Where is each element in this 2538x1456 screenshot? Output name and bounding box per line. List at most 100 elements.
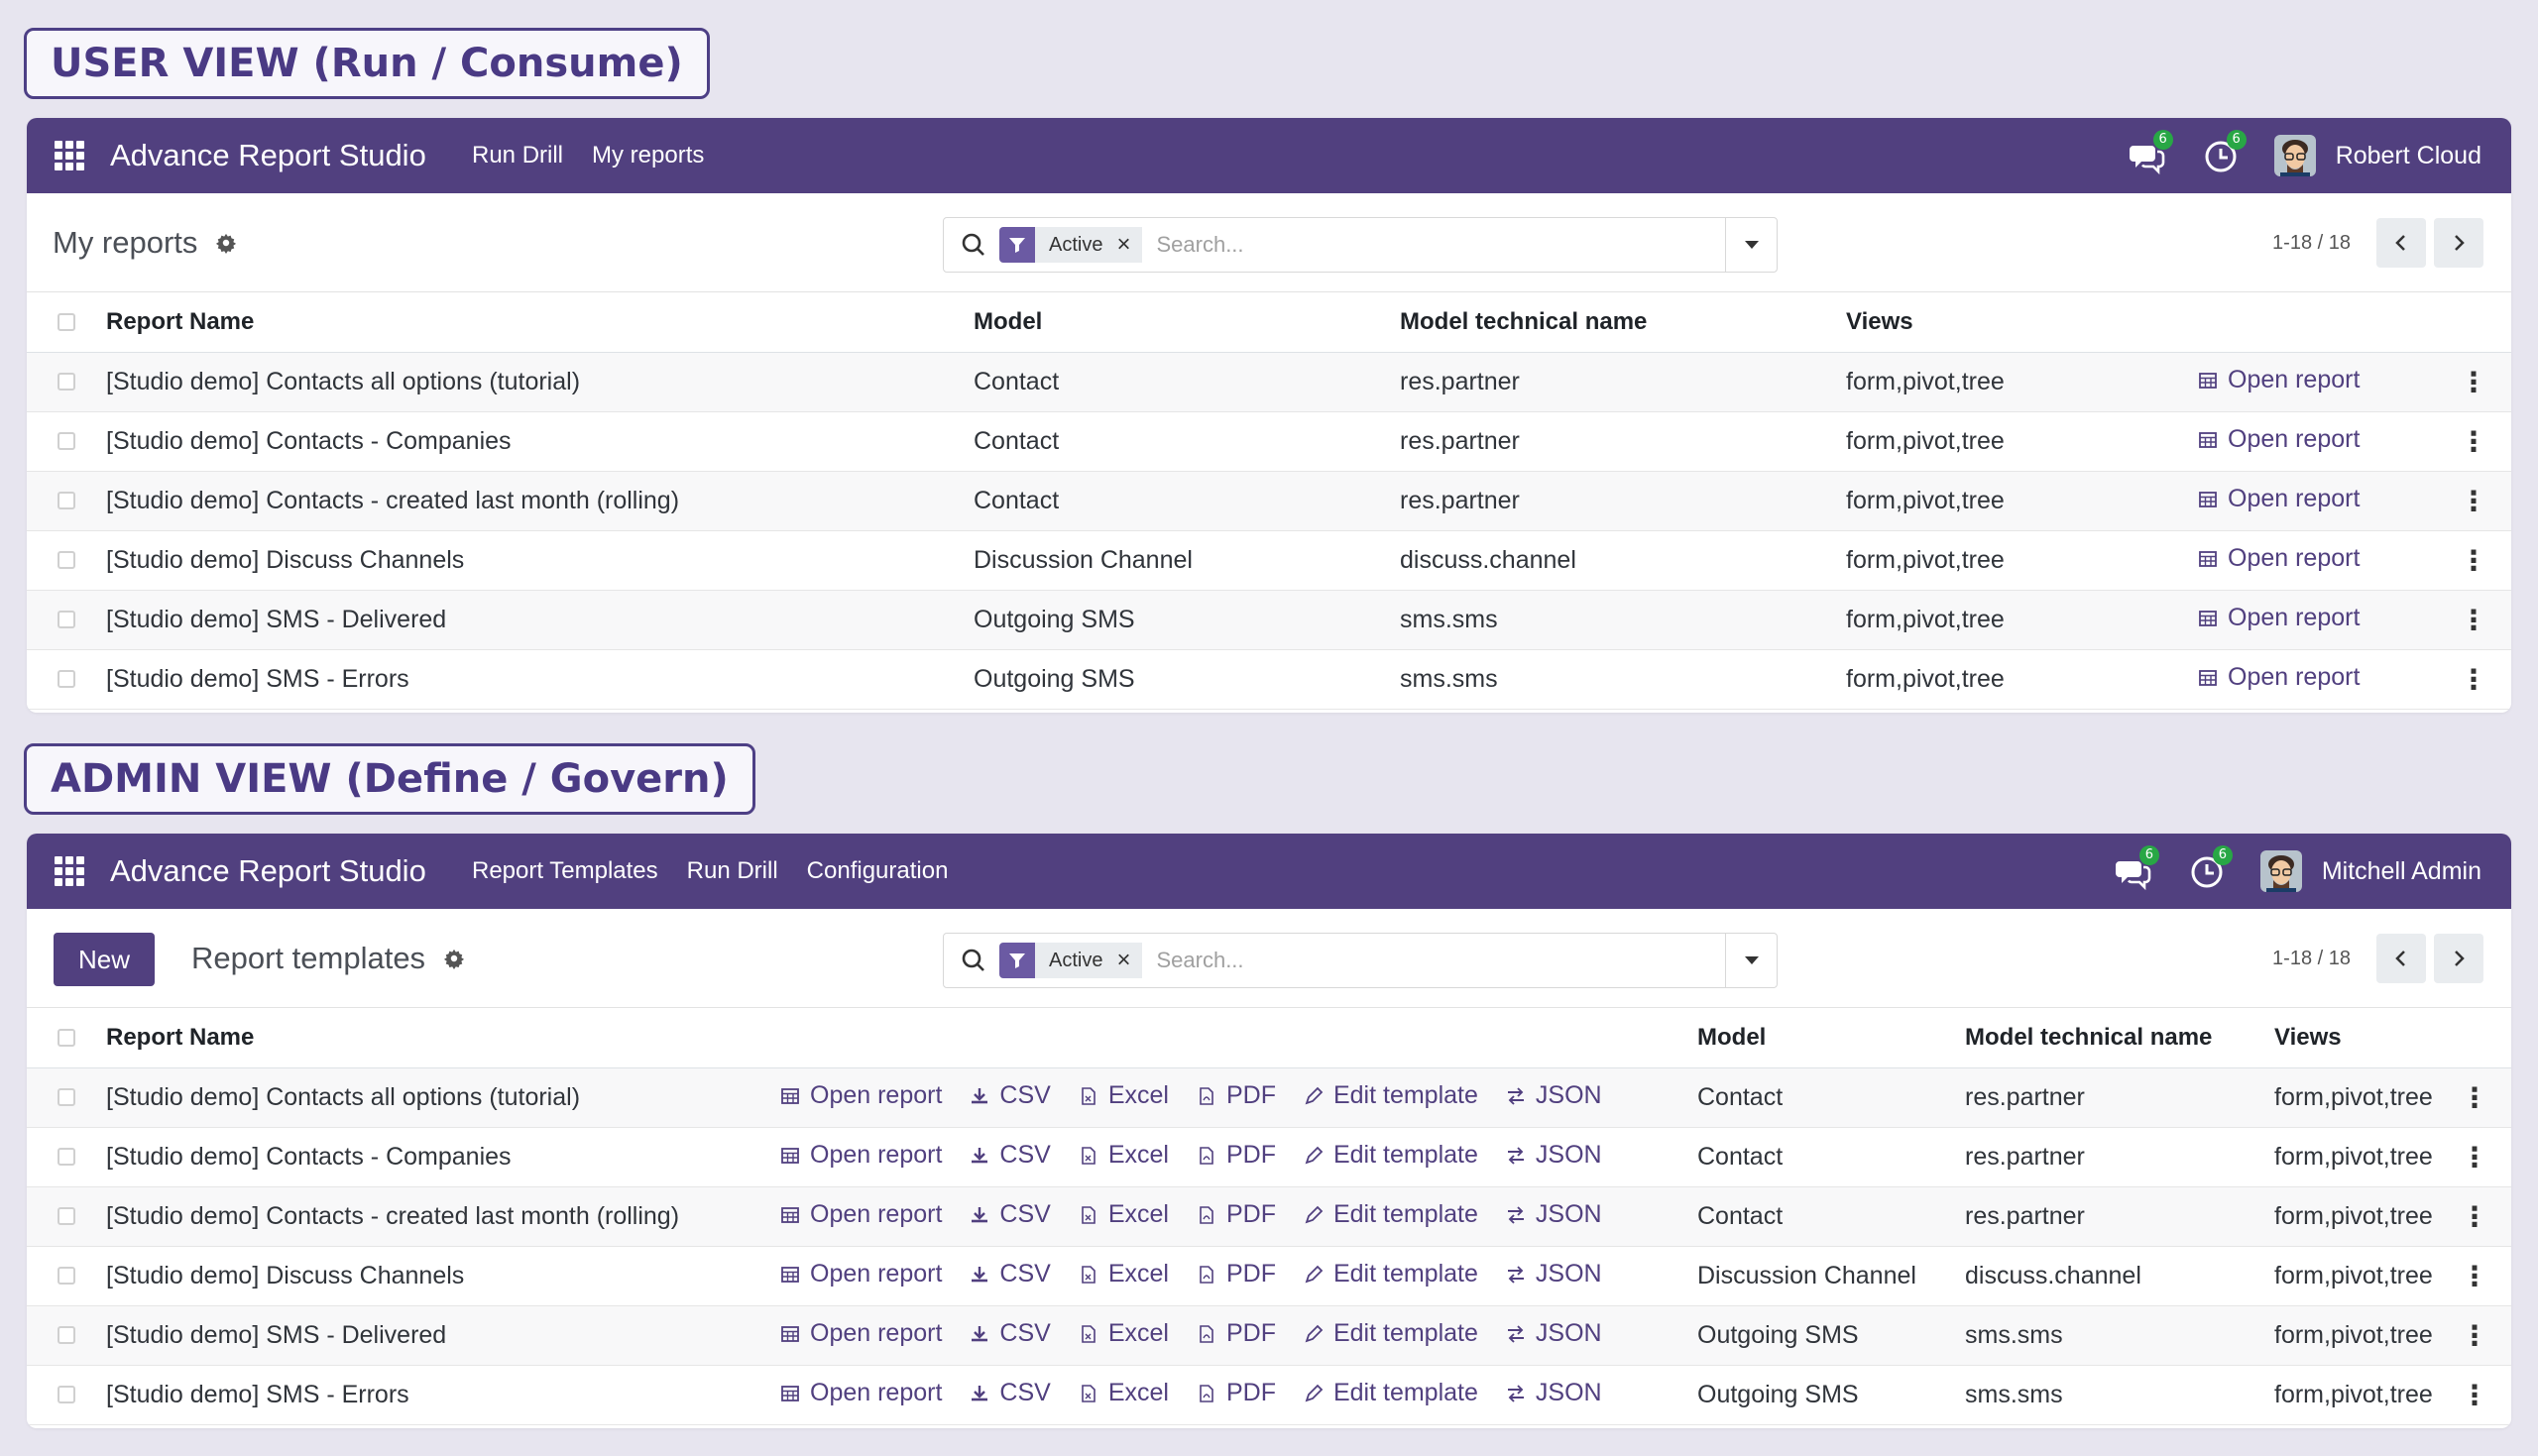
report-name-cell[interactable]: [Studio demo] SMS - Delivered: [106, 590, 974, 649]
table-row[interactable]: [Studio demo] Discuss Channels Discussion…: [27, 530, 2511, 590]
export-json-button[interactable]: JSON: [1506, 1379, 1602, 1407]
open-report-button[interactable]: Open report: [780, 1260, 942, 1288]
apps-menu-icon[interactable]: [55, 856, 84, 886]
search-input[interactable]: [1156, 232, 1692, 258]
report-name-cell[interactable]: [Studio demo] Discuss Channels: [106, 530, 974, 590]
row-checkbox[interactable]: [58, 1088, 75, 1106]
export-json-button[interactable]: JSON: [1506, 1200, 1602, 1229]
pager-previous-button[interactable]: [2376, 218, 2426, 268]
row-checkbox[interactable]: [58, 551, 75, 569]
export-pdf-button[interactable]: PDF: [1197, 1379, 1276, 1407]
select-all-checkbox[interactable]: [58, 312, 75, 331]
export-json-button[interactable]: JSON: [1506, 1141, 1602, 1170]
row-checkbox[interactable]: [58, 1267, 75, 1285]
apps-menu-icon[interactable]: [55, 141, 84, 170]
row-options-kebab-icon[interactable]: ⋮: [2438, 1186, 2511, 1246]
row-options-kebab-icon[interactable]: ⋮: [2436, 649, 2511, 709]
row-checkbox[interactable]: [58, 492, 75, 509]
row-checkbox[interactable]: [58, 1326, 75, 1344]
row-options-kebab-icon[interactable]: ⋮: [2436, 471, 2511, 530]
export-excel-button[interactable]: Excel: [1079, 1141, 1169, 1170]
export-pdf-button[interactable]: PDF: [1197, 1260, 1276, 1288]
export-json-button[interactable]: JSON: [1506, 1081, 1602, 1110]
open-report-button[interactable]: Open report: [2198, 604, 2360, 632]
report-name-cell[interactable]: [Studio demo] SMS - Errors: [106, 649, 974, 709]
export-csv-button[interactable]: CSV: [970, 1319, 1051, 1348]
activities-clock-icon[interactable]: 6: [2201, 130, 2247, 175]
export-csv-button[interactable]: CSV: [970, 1141, 1051, 1170]
open-report-button[interactable]: Open report: [780, 1141, 942, 1170]
remove-facet-close-icon[interactable]: ×: [1116, 943, 1130, 978]
open-report-button[interactable]: Open report: [2198, 544, 2360, 573]
column-header-model[interactable]: Model: [1697, 1008, 1965, 1067]
export-pdf-button[interactable]: PDF: [1197, 1081, 1276, 1110]
row-options-kebab-icon[interactable]: ⋮: [2438, 1246, 2511, 1305]
report-name-cell[interactable]: [Studio demo] Contacts all options (tuto…: [106, 1067, 780, 1127]
export-csv-button[interactable]: CSV: [970, 1081, 1051, 1110]
column-header-model-technical-name[interactable]: Model technical name: [1965, 1008, 2274, 1067]
table-row[interactable]: [Studio demo] SMS - Errors Open report CSV…: [27, 1365, 2511, 1424]
table-row[interactable]: [Studio demo] SMS - Delivered Outgoing SM…: [27, 590, 2511, 649]
report-name-cell[interactable]: [Studio demo] Contacts - created last mo…: [106, 471, 974, 530]
user-name[interactable]: Mitchell Admin: [2322, 857, 2481, 886]
pager-value[interactable]: 1-18 / 18: [2272, 948, 2351, 970]
edit-template-button[interactable]: Edit template: [1304, 1081, 1478, 1110]
open-report-button[interactable]: Open report: [2198, 485, 2360, 513]
table-row[interactable]: [Studio demo] Contacts - created last mo…: [27, 1186, 2511, 1246]
pager-next-button[interactable]: [2434, 934, 2483, 983]
row-checkbox[interactable]: [58, 1386, 75, 1403]
export-pdf-button[interactable]: PDF: [1197, 1319, 1276, 1348]
search-icon[interactable]: [960, 231, 987, 259]
export-csv-button[interactable]: CSV: [970, 1260, 1051, 1288]
avatar[interactable]: [2273, 135, 2316, 176]
search-input[interactable]: [1156, 948, 1692, 973]
open-report-button[interactable]: Open report: [780, 1379, 942, 1407]
export-excel-button[interactable]: Excel: [1079, 1260, 1169, 1288]
export-excel-button[interactable]: Excel: [1079, 1379, 1169, 1407]
table-row[interactable]: [Studio demo] Contacts all options (tuto…: [27, 352, 2511, 411]
row-options-kebab-icon[interactable]: ⋮: [2436, 352, 2511, 411]
export-pdf-button[interactable]: PDF: [1197, 1141, 1276, 1170]
open-report-button[interactable]: Open report: [780, 1200, 942, 1229]
avatar[interactable]: [2259, 850, 2302, 892]
user-name[interactable]: Robert Cloud: [2336, 142, 2481, 170]
gear-icon[interactable]: [215, 232, 237, 254]
table-row[interactable]: [Studio demo] Contacts - created last mo…: [27, 471, 2511, 530]
report-name-cell[interactable]: [Studio demo] Contacts - Companies: [106, 1127, 780, 1186]
edit-template-button[interactable]: Edit template: [1304, 1379, 1478, 1407]
row-checkbox[interactable]: [58, 432, 75, 450]
open-report-button[interactable]: Open report: [2198, 663, 2360, 692]
pager-value[interactable]: 1-18 / 18: [2272, 232, 2351, 255]
row-options-kebab-icon[interactable]: ⋮: [2438, 1127, 2511, 1186]
report-name-cell[interactable]: [Studio demo] Contacts - created last mo…: [106, 1186, 780, 1246]
export-json-button[interactable]: JSON: [1506, 1319, 1602, 1348]
column-header-report-name[interactable]: Report Name: [106, 1008, 780, 1067]
export-csv-button[interactable]: CSV: [970, 1379, 1051, 1407]
row-options-kebab-icon[interactable]: ⋮: [2438, 1067, 2511, 1127]
report-name-cell[interactable]: [Studio demo] SMS - Errors: [106, 1365, 780, 1424]
edit-template-button[interactable]: Edit template: [1304, 1319, 1478, 1348]
report-name-cell[interactable]: [Studio demo] Discuss Channels: [106, 1246, 780, 1305]
row-checkbox[interactable]: [58, 1148, 75, 1166]
report-name-cell[interactable]: [Studio demo] Contacts all options (tuto…: [106, 352, 974, 411]
row-checkbox[interactable]: [58, 1207, 75, 1225]
report-name-cell[interactable]: [Studio demo] SMS - Delivered: [106, 1305, 780, 1365]
table-row[interactable]: [Studio demo] SMS - Delivered Open report…: [27, 1305, 2511, 1365]
remove-facet-close-icon[interactable]: ×: [1116, 227, 1130, 263]
open-report-button[interactable]: Open report: [780, 1319, 942, 1348]
pager-next-button[interactable]: [2434, 218, 2483, 268]
nav-item-run-drill[interactable]: Run Drill: [687, 857, 778, 885]
table-row[interactable]: [Studio demo] Contacts all options (tuto…: [27, 1067, 2511, 1127]
export-pdf-button[interactable]: PDF: [1197, 1200, 1276, 1229]
report-name-cell[interactable]: [Studio demo] Contacts - Companies: [106, 411, 974, 471]
row-checkbox[interactable]: [58, 670, 75, 688]
search-icon[interactable]: [960, 947, 987, 974]
edit-template-button[interactable]: Edit template: [1304, 1141, 1478, 1170]
row-options-kebab-icon[interactable]: ⋮: [2436, 411, 2511, 471]
app-brand[interactable]: Advance Report Studio: [110, 834, 426, 909]
column-header-model[interactable]: Model: [974, 292, 1400, 352]
messages-icon[interactable]: 6: [2114, 845, 2159, 891]
export-excel-button[interactable]: Excel: [1079, 1319, 1169, 1348]
row-checkbox[interactable]: [58, 373, 75, 391]
row-checkbox[interactable]: [58, 611, 75, 628]
